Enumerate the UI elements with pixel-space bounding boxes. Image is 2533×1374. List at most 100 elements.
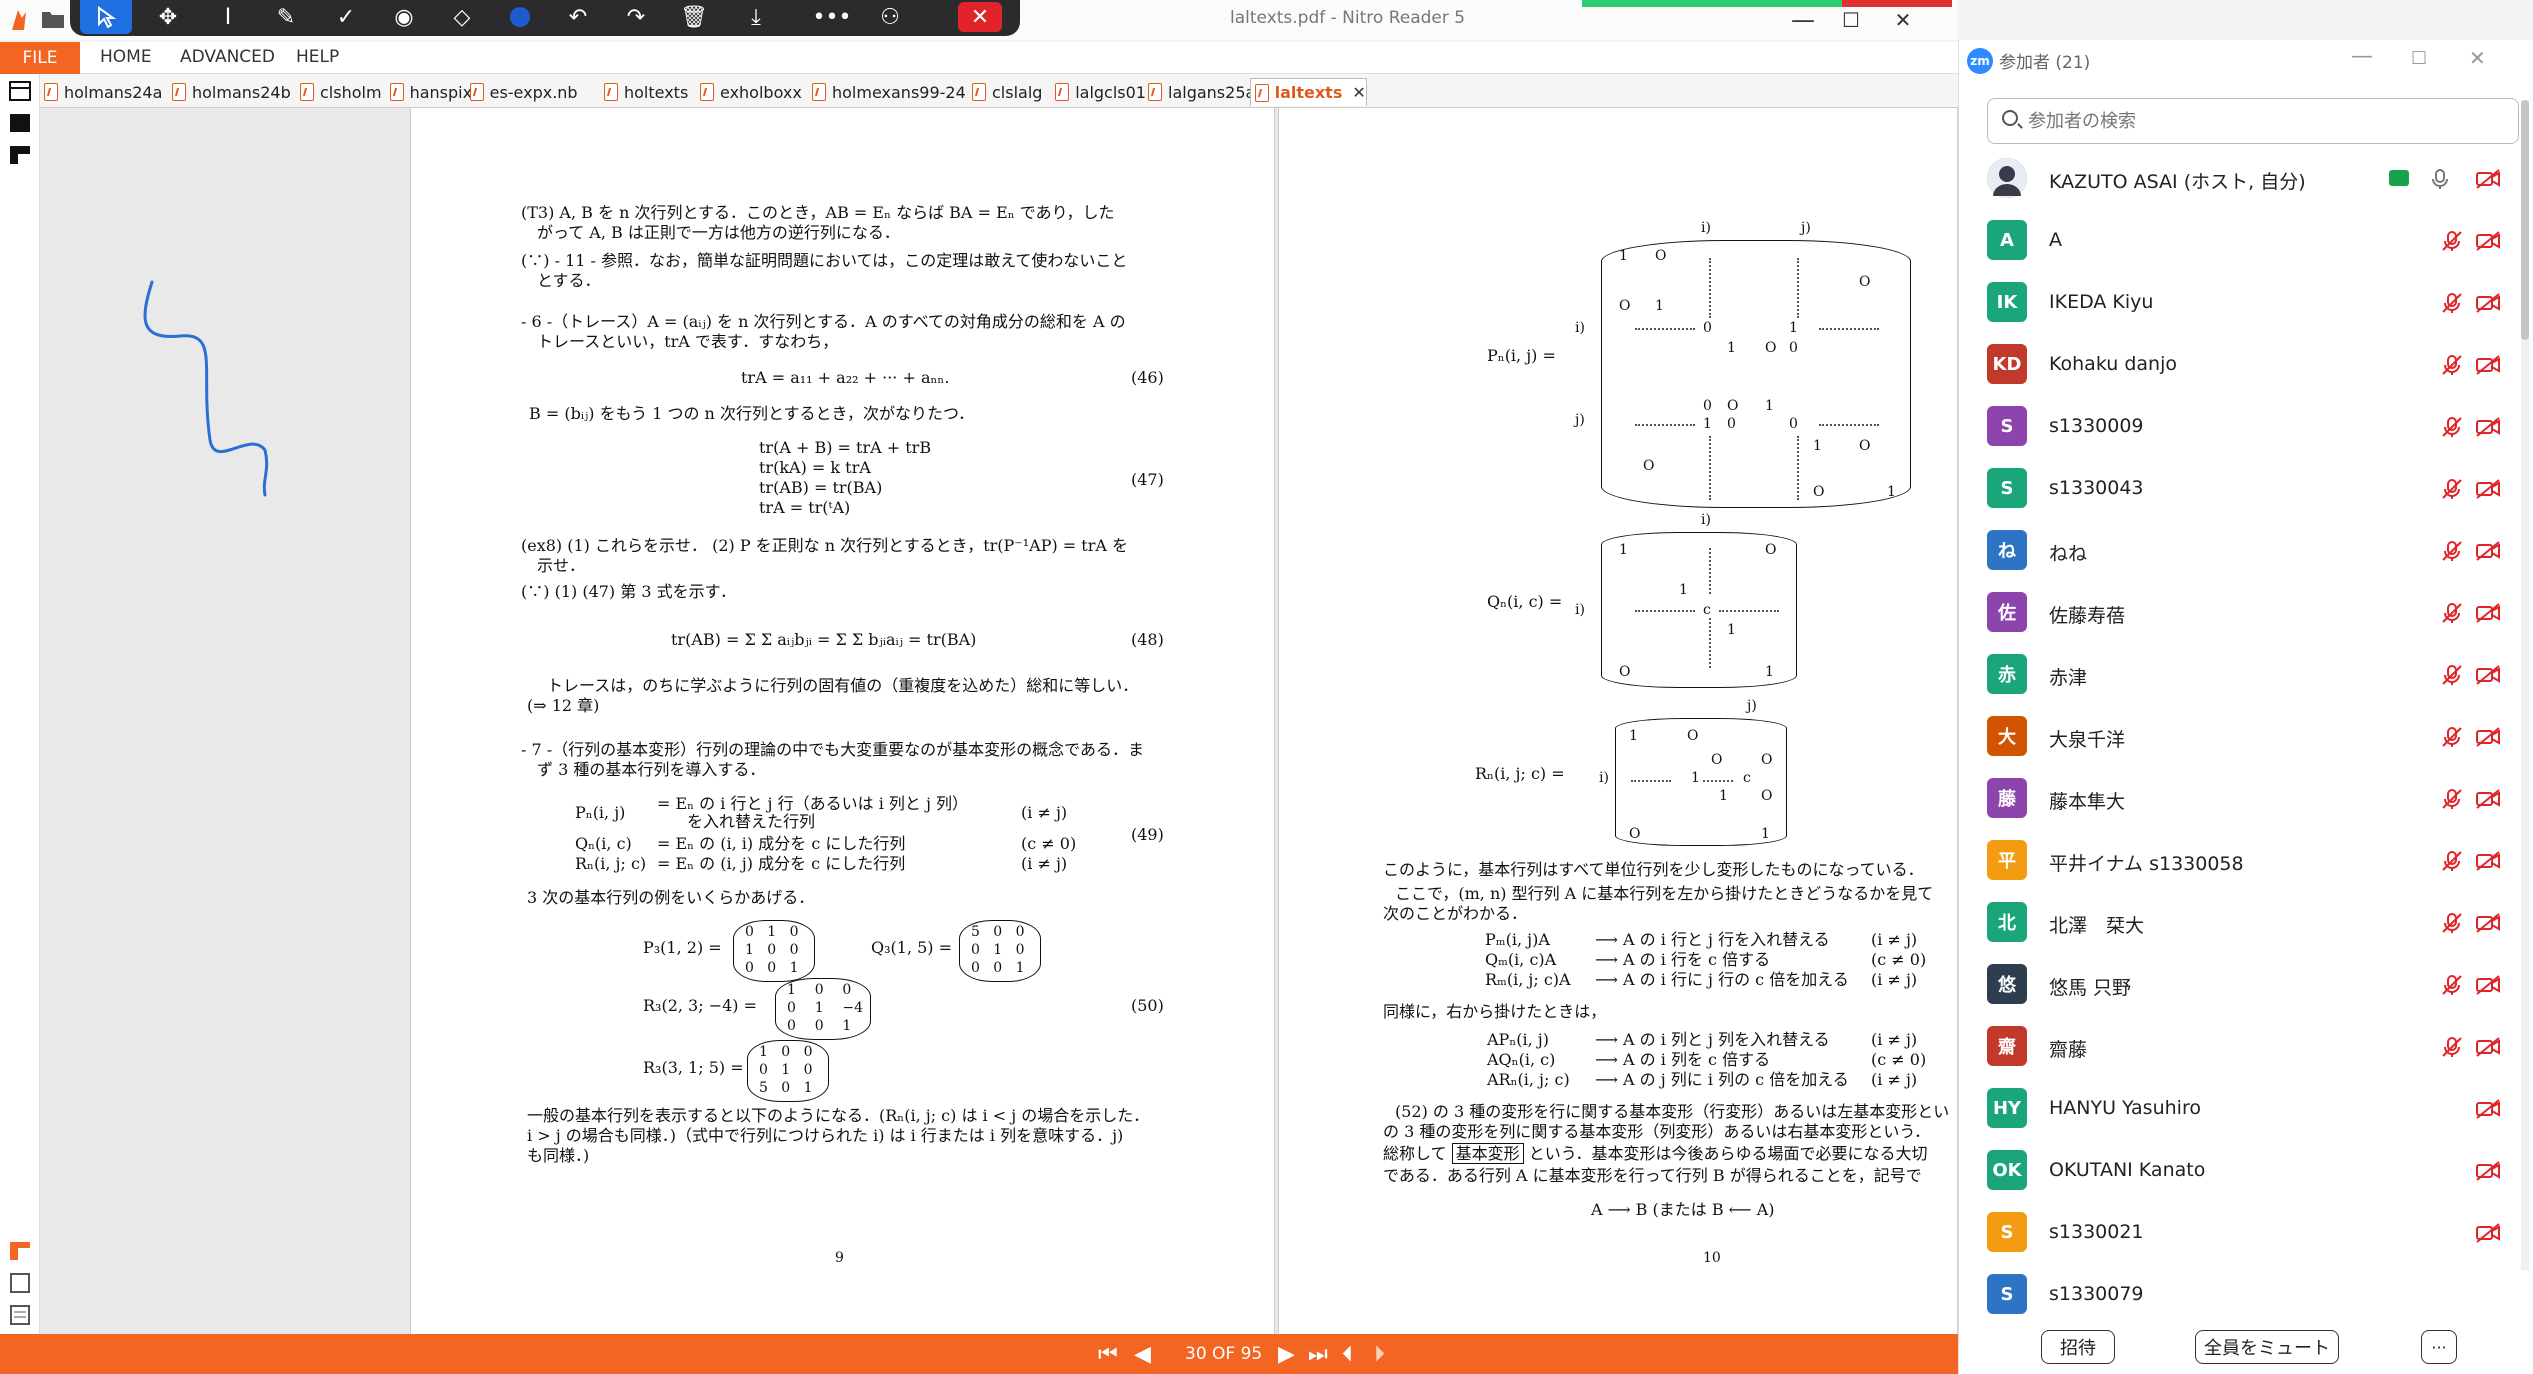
- comments-panel-icon[interactable]: [8, 144, 32, 166]
- video-off-icon[interactable]: [2475, 664, 2501, 686]
- file-tab[interactable]: FILE: [0, 42, 80, 74]
- participant-row[interactable]: 平平井イナム s1330058: [1959, 830, 2519, 892]
- participant-row[interactable]: Ss1330021: [1959, 1202, 2519, 1264]
- participant-row[interactable]: OK OKUTANI Kanato: [1959, 1140, 2519, 1202]
- participant-row[interactable]: KAZUTO ASAI (ホスト, 自分): [1959, 148, 2519, 210]
- home-tab[interactable]: HOME: [100, 47, 152, 67]
- next-page-icon[interactable]: ▶: [1278, 1342, 1295, 1367]
- participant-row[interactable]: 北北澤 栞大: [1959, 892, 2519, 954]
- undo-icon[interactable]: ↶: [552, 0, 604, 34]
- doc-tab[interactable]: lalgans25a: [1144, 78, 1255, 106]
- pages-panel-icon[interactable]: [8, 80, 32, 102]
- page-counter[interactable]: 30 OF 95: [1185, 1344, 1262, 1364]
- mic-muted-icon[interactable]: [2441, 788, 2463, 810]
- more-options-button[interactable]: ···: [2421, 1330, 2457, 1364]
- participant-search-input[interactable]: [2028, 107, 2508, 135]
- pen-annotation[interactable]: [140, 280, 280, 510]
- video-off-icon[interactable]: [2475, 416, 2501, 438]
- close-annotation-icon[interactable]: ✕: [958, 2, 1002, 32]
- check-tool-icon[interactable]: ✓: [320, 0, 372, 34]
- previous-page-icon[interactable]: ◀: [1134, 1342, 1151, 1367]
- pointer-tool-icon[interactable]: [80, 0, 132, 34]
- participant-row[interactable]: KD Kohaku danjo: [1959, 334, 2519, 396]
- doc-tab[interactable]: clslalg: [968, 78, 1042, 106]
- stamp-tool-icon[interactable]: ◉: [378, 0, 430, 34]
- video-off-icon[interactable]: [2475, 1036, 2501, 1058]
- doc-tab[interactable]: es-expx.nb: [466, 78, 578, 106]
- panel-popout-button[interactable]: ☐: [2411, 48, 2427, 69]
- forward-view-icon[interactable]: ⏵: [1374, 1342, 1385, 1367]
- eraser-tool-icon[interactable]: ◇: [436, 0, 488, 34]
- mic-muted-icon[interactable]: [2441, 230, 2463, 252]
- open-folder-icon[interactable]: [40, 8, 66, 30]
- participant-row[interactable]: AA: [1959, 210, 2519, 272]
- close-tab-icon[interactable]: ✕: [1352, 83, 1365, 102]
- advanced-tab[interactable]: ADVANCED: [180, 47, 275, 67]
- participant-row[interactable]: HY HANYU Yasuhiro: [1959, 1078, 2519, 1140]
- first-page-icon[interactable]: ⏮: [1098, 1342, 1118, 1367]
- color-picker-icon[interactable]: [494, 0, 546, 34]
- video-off-icon[interactable]: [2475, 478, 2501, 500]
- participant-scrollbar[interactable]: [2521, 100, 2529, 1270]
- video-off-icon[interactable]: [2475, 1160, 2501, 1182]
- video-off-icon[interactable]: [2475, 1098, 2501, 1120]
- mic-muted-icon[interactable]: [2441, 478, 2463, 500]
- pen-tool-icon[interactable]: ✎: [260, 0, 312, 34]
- video-off-icon[interactable]: [2475, 168, 2501, 190]
- list-panel-icon[interactable]: [8, 1304, 32, 1326]
- mic-muted-icon[interactable]: [2441, 292, 2463, 314]
- video-off-icon[interactable]: [2475, 974, 2501, 996]
- participant-row[interactable]: 藤藤本隼大: [1959, 768, 2519, 830]
- redo-icon[interactable]: ↷: [610, 0, 662, 34]
- participant-search[interactable]: [1987, 98, 2519, 144]
- move-tool-icon[interactable]: ✥: [142, 0, 194, 34]
- mic-muted-icon[interactable]: [2441, 540, 2463, 562]
- panel-close-button[interactable]: ✕: [2469, 46, 2486, 70]
- mic-muted-icon[interactable]: [2441, 602, 2463, 624]
- mic-muted-icon[interactable]: [2441, 416, 2463, 438]
- minimize-button[interactable]: —: [1780, 2, 1826, 38]
- doc-tab[interactable]: holmans24a: [40, 78, 162, 106]
- attachments-icon[interactable]: [8, 1272, 32, 1294]
- participant-row[interactable]: IK IKEDA Kiyu: [1959, 272, 2519, 334]
- participant-row[interactable]: Ss1330009: [1959, 396, 2519, 458]
- mic-muted-icon[interactable]: [2441, 1036, 2463, 1058]
- mic-muted-icon[interactable]: [2441, 912, 2463, 934]
- video-off-icon[interactable]: [2475, 354, 2501, 376]
- panel-minimize-button[interactable]: —: [2351, 44, 2373, 69]
- participant-row[interactable]: 大大泉千洋: [1959, 706, 2519, 768]
- video-off-icon[interactable]: [2475, 230, 2501, 252]
- invite-button[interactable]: 招待: [2041, 1330, 2115, 1364]
- doc-tab[interactable]: holmans24b: [168, 78, 291, 106]
- mic-muted-icon[interactable]: [2441, 664, 2463, 686]
- video-off-icon[interactable]: [2475, 540, 2501, 562]
- mic-muted-icon[interactable]: [2441, 974, 2463, 996]
- save-download-icon[interactable]: ⤓: [730, 0, 782, 34]
- participant-row[interactable]: ねねね: [1959, 520, 2519, 582]
- maximize-button[interactable]: ☐: [1828, 2, 1874, 38]
- output-panel-icon[interactable]: [8, 1240, 32, 1262]
- doc-tab[interactable]: holmexans99-24: [808, 78, 966, 106]
- help-tab[interactable]: HELP: [296, 47, 339, 67]
- participant-row[interactable]: 佐佐藤寿蓓: [1959, 582, 2519, 644]
- doc-tab[interactable]: clsholm: [296, 78, 382, 106]
- text-cursor-tool-icon[interactable]: Ⅰ: [202, 0, 254, 34]
- participant-row[interactable]: Ss1330043: [1959, 458, 2519, 520]
- delete-icon[interactable]: 🗑: [668, 0, 720, 34]
- mic-muted-icon[interactable]: [2441, 726, 2463, 748]
- close-button[interactable]: ✕: [1880, 2, 1926, 38]
- doc-tab[interactable]: holtexts: [600, 78, 688, 106]
- microphone-icon[interactable]: [2429, 168, 2451, 190]
- mic-muted-icon[interactable]: [2441, 354, 2463, 376]
- participant-row[interactable]: 齋齋藤: [1959, 1016, 2519, 1078]
- video-off-icon[interactable]: [2475, 602, 2501, 624]
- video-off-icon[interactable]: [2475, 788, 2501, 810]
- participant-row[interactable]: 赤赤津: [1959, 644, 2519, 706]
- participant-row[interactable]: Ss1330079: [1959, 1264, 2519, 1326]
- video-off-icon[interactable]: [2475, 292, 2501, 314]
- video-off-icon[interactable]: [2475, 726, 2501, 748]
- doc-tab[interactable]: laltexts ✕: [1249, 78, 1367, 106]
- mic-muted-icon[interactable]: [2441, 850, 2463, 872]
- back-view-icon[interactable]: ⏴: [1342, 1342, 1353, 1367]
- video-off-icon[interactable]: [2475, 850, 2501, 872]
